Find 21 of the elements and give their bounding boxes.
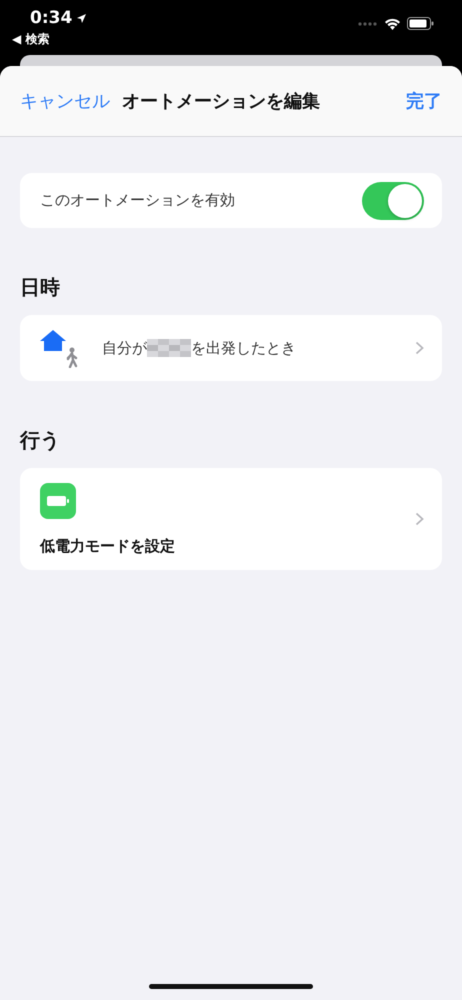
signal-dots-icon xyxy=(358,22,378,26)
trigger-text: を出発したとき xyxy=(191,338,296,358)
status-time: 0:34 xyxy=(30,8,72,28)
wifi-icon xyxy=(384,17,401,30)
battery-status-icon xyxy=(407,17,434,30)
done-button[interactable]: 完了 xyxy=(406,89,442,113)
back-link[interactable]: ◀ 検索 xyxy=(12,31,88,48)
section-header: 日時 xyxy=(20,274,61,301)
enable-switch[interactable] xyxy=(362,182,424,220)
chevron-icon xyxy=(415,512,424,526)
battery-icon xyxy=(40,482,76,518)
action-label: 低電力モードを設定 xyxy=(40,536,176,556)
trigger-row[interactable]: 自分が を出発したとき xyxy=(20,315,442,381)
trigger-text: 自分が xyxy=(102,338,147,358)
location-arrow-icon xyxy=(76,12,88,24)
enable-label: このオートメーションを有効 xyxy=(40,191,235,210)
cancel-button[interactable]: キャンセル xyxy=(20,89,110,113)
chevron-icon xyxy=(415,341,424,355)
section-header: 行う xyxy=(20,427,61,454)
sheet-title: オートメーションを編集 xyxy=(122,90,321,113)
action-row[interactable]: 低電力モードを設定 xyxy=(20,468,442,570)
